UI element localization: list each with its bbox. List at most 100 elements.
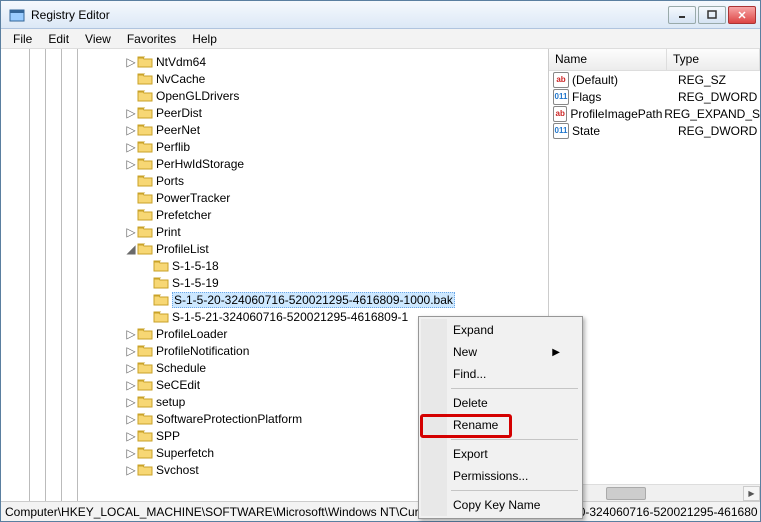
tree-item-label: Prefetcher: [156, 208, 211, 222]
expand-icon[interactable]: ▷: [125, 378, 137, 392]
folder-icon: [137, 378, 153, 392]
tree-item[interactable]: Ports: [1, 172, 548, 189]
scroll-thumb[interactable]: [606, 487, 646, 500]
window-title: Registry Editor: [31, 8, 666, 22]
folder-icon: [137, 174, 153, 188]
expand-icon[interactable]: ▷: [125, 344, 137, 358]
folder-icon: [137, 157, 153, 171]
tree-item[interactable]: S-1-5-18: [1, 257, 548, 274]
cm-export[interactable]: Export: [421, 443, 580, 465]
tree-item-label: Superfetch: [156, 446, 214, 460]
folder-icon: [137, 55, 153, 69]
folder-icon: [137, 191, 153, 205]
folder-icon: [137, 412, 153, 426]
titlebar[interactable]: Registry Editor: [1, 1, 760, 29]
expand-icon[interactable]: ▷: [125, 429, 137, 443]
tree-item[interactable]: ▷NtVdm64: [1, 53, 548, 70]
expand-icon[interactable]: ▷: [125, 395, 137, 409]
folder-icon: [137, 106, 153, 120]
tree-item-label: PerHwIdStorage: [156, 157, 244, 171]
registry-editor-window: Registry Editor File Edit View Favorites…: [0, 0, 761, 522]
tree-item-label: PeerNet: [156, 123, 200, 137]
tree-item-label: S-1-5-21-324060716-520021295-4616809-1: [172, 310, 408, 324]
value-type: REG_DWORD: [678, 124, 757, 138]
expand-icon[interactable]: ▷: [125, 225, 137, 239]
tree-item-label: ProfileList: [156, 242, 209, 256]
menu-help[interactable]: Help: [184, 30, 225, 48]
expand-icon[interactable]: ▷: [125, 140, 137, 154]
tree-item[interactable]: PowerTracker: [1, 189, 548, 206]
tree-item-label: OpenGLDrivers: [156, 89, 239, 103]
cm-delete[interactable]: Delete: [421, 392, 580, 414]
col-name[interactable]: Name: [549, 49, 667, 70]
expand-icon[interactable]: ▷: [125, 157, 137, 171]
collapse-icon[interactable]: ◢: [125, 242, 137, 256]
tree-item-label: S-1-5-19: [172, 276, 219, 290]
window-buttons: [666, 6, 756, 24]
tree-item[interactable]: OpenGLDrivers: [1, 87, 548, 104]
statusbar: Computer\HKEY_LOCAL_MACHINE\SOFTWARE\Mic…: [1, 501, 760, 521]
cm-copy-key-name[interactable]: Copy Key Name: [421, 494, 580, 516]
expand-icon[interactable]: ▷: [125, 361, 137, 375]
tree-item[interactable]: ▷ Print: [1, 223, 548, 240]
menu-edit[interactable]: Edit: [40, 30, 77, 48]
tree-item[interactable]: S-1-5-20-324060716-520021295-4616809-100…: [1, 291, 548, 308]
maximize-button[interactable]: [698, 6, 726, 24]
expand-icon[interactable]: ▷: [125, 55, 137, 69]
cm-permissions[interactable]: Permissions...: [421, 465, 580, 487]
value-row[interactable]: ab(Default)REG_SZ: [549, 71, 760, 88]
expand-icon[interactable]: ▷: [125, 327, 137, 341]
expand-icon[interactable]: ▷: [125, 123, 137, 137]
expand-icon[interactable]: ▷: [125, 463, 137, 477]
folder-icon: [153, 293, 169, 307]
cm-new[interactable]: New▶: [421, 341, 580, 363]
value-name: (Default): [572, 73, 678, 87]
tree-item-label: PowerTracker: [156, 191, 230, 205]
dword-value-icon: 011: [553, 89, 569, 105]
tree-item[interactable]: S-1-5-19: [1, 274, 548, 291]
tree-item-label: Print: [156, 225, 181, 239]
folder-icon: [137, 225, 153, 239]
folder-icon: [137, 89, 153, 103]
value-name: Flags: [572, 90, 678, 104]
value-row[interactable]: 011FlagsREG_DWORD: [549, 88, 760, 105]
tree-item[interactable]: ▷PeerDist: [1, 104, 548, 121]
app-icon: [9, 7, 25, 23]
string-value-icon: ab: [553, 72, 569, 88]
values-header[interactable]: Name Type: [549, 49, 760, 71]
value-row[interactable]: abProfileImagePathREG_EXPAND_S: [549, 105, 760, 122]
tree-item[interactable]: ◢ ProfileList: [1, 240, 548, 257]
status-path: Computer\HKEY_LOCAL_MACHINE\SOFTWARE\Mic…: [5, 505, 758, 519]
tree-item[interactable]: ▷ PeerNet: [1, 121, 548, 138]
menubar: File Edit View Favorites Help: [1, 29, 760, 49]
expand-icon[interactable]: ▷: [125, 106, 137, 120]
tree-item[interactable]: ▷ Perflib: [1, 138, 548, 155]
folder-icon: [153, 310, 169, 324]
tree-item-label: S-1-5-20-324060716-520021295-4616809-100…: [172, 292, 455, 308]
cm-rename[interactable]: Rename: [421, 414, 580, 436]
tree-item-label: ProfileNotification: [156, 344, 249, 358]
value-row[interactable]: 011StateREG_DWORD: [549, 122, 760, 139]
value-type: REG_SZ: [678, 73, 726, 87]
tree-item[interactable]: ▷ PerHwIdStorage: [1, 155, 548, 172]
tree-item-label: SPP: [156, 429, 180, 443]
cm-expand[interactable]: Expand: [421, 319, 580, 341]
menu-view[interactable]: View: [77, 30, 119, 48]
close-button[interactable]: [728, 6, 756, 24]
tree-item[interactable]: Prefetcher: [1, 206, 548, 223]
folder-icon: [153, 259, 169, 273]
tree-item-label: S-1-5-18: [172, 259, 219, 273]
tree-item[interactable]: NvCache: [1, 70, 548, 87]
col-type[interactable]: Type: [667, 49, 760, 70]
folder-icon: [137, 446, 153, 460]
expand-icon[interactable]: ▷: [125, 412, 137, 426]
folder-icon: [137, 327, 153, 341]
minimize-button[interactable]: [668, 6, 696, 24]
cm-find[interactable]: Find...: [421, 363, 580, 385]
menu-file[interactable]: File: [5, 30, 40, 48]
folder-icon: [153, 276, 169, 290]
menu-favorites[interactable]: Favorites: [119, 30, 184, 48]
scroll-right-button[interactable]: ▶: [743, 486, 760, 501]
tree-item-label: Perflib: [156, 140, 190, 154]
expand-icon[interactable]: ▷: [125, 446, 137, 460]
